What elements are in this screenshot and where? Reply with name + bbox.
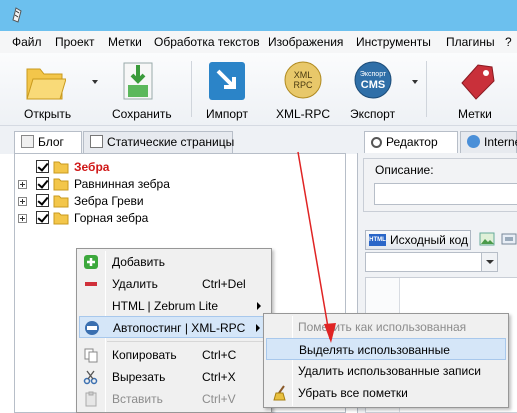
tab-strip: Блог Статические страницы Редактор Inter… bbox=[0, 126, 517, 155]
tab-static-pages[interactable]: Статические страницы bbox=[83, 131, 234, 154]
tab-blog[interactable]: Блог bbox=[14, 131, 82, 155]
folder-icon bbox=[53, 178, 69, 191]
menu-tags[interactable]: Метки bbox=[108, 35, 142, 49]
title-bar bbox=[0, 0, 517, 31]
menu-project[interactable]: Проект bbox=[55, 35, 95, 49]
delete-icon bbox=[85, 282, 97, 286]
description-group: Описание: bbox=[363, 158, 517, 212]
open-dropdown-arrow[interactable] bbox=[92, 80, 98, 84]
tab-internet[interactable]: Interne bbox=[460, 131, 517, 154]
xml-rpc-icon-text-bottom: RPC bbox=[293, 80, 313, 90]
description-input[interactable] bbox=[374, 183, 517, 205]
image-icon[interactable] bbox=[479, 231, 495, 247]
copy-icon bbox=[84, 348, 98, 363]
blog-icon bbox=[21, 135, 34, 148]
paste-icon bbox=[85, 391, 97, 407]
folder-icon bbox=[53, 212, 69, 225]
toolbar: Открыть Сохранить Импорт XML RPC XML-RPC… bbox=[0, 53, 517, 126]
menu-item-paste[interactable]: Вставить Ctrl+V bbox=[79, 388, 269, 410]
scissors-icon bbox=[83, 370, 98, 385]
menu-images[interactable]: Изображения bbox=[268, 35, 343, 49]
menu-item-delete[interactable]: Удалить Ctrl+Del bbox=[79, 273, 269, 295]
media-icon[interactable] bbox=[501, 231, 517, 247]
save-icon bbox=[123, 62, 153, 100]
submenu-item-mark-used[interactable]: Пометить как использованная bbox=[266, 316, 506, 338]
menu-tools[interactable]: Инструменты bbox=[356, 35, 431, 49]
expand-icon[interactable] bbox=[18, 214, 27, 223]
menu-bar: Файл Проект Метки Обработка текстов Изоб… bbox=[0, 31, 517, 53]
menu-item-copy[interactable]: Копировать Ctrl+C bbox=[79, 344, 269, 366]
context-menu: Добавить Удалить Ctrl+Del HTML | Zebrum … bbox=[76, 248, 272, 413]
description-label: Описание: bbox=[375, 163, 434, 177]
xmlrpc-button[interactable]: XML RPC XML-RPC bbox=[268, 55, 338, 123]
menu-item-add[interactable]: Добавить bbox=[79, 251, 269, 273]
export-icon-text-top: Экспорт bbox=[360, 71, 387, 78]
submenu-item-delete-used[interactable]: Удалить использованные записи bbox=[266, 360, 506, 382]
menu-item-autoposting[interactable]: Автопостинг | XML-RPC bbox=[79, 316, 269, 338]
autopost-icon bbox=[85, 321, 99, 335]
chevron-down-icon[interactable] bbox=[481, 253, 497, 271]
source-code-button[interactable]: HTML Исходный код bbox=[365, 230, 471, 250]
add-icon bbox=[84, 255, 98, 269]
expand-icon[interactable] bbox=[18, 197, 27, 206]
globe-icon bbox=[467, 135, 480, 148]
open-button[interactable]: Открыть bbox=[14, 55, 86, 123]
submenu-item-highlight-used[interactable]: Выделять использованные bbox=[266, 338, 506, 360]
menu-plugins[interactable]: Плагины bbox=[446, 35, 495, 49]
submenu-arrow-icon bbox=[256, 324, 260, 332]
export-cms-icon: Экспорт CMS bbox=[354, 61, 392, 99]
folder-open-icon bbox=[26, 68, 66, 100]
page-icon bbox=[90, 135, 103, 148]
menu-text-processing[interactable]: Обработка текстов bbox=[154, 35, 260, 49]
tab-editor[interactable]: Редактор bbox=[364, 131, 458, 155]
html-icon: HTML bbox=[369, 234, 386, 246]
tag-icon bbox=[461, 64, 495, 100]
tree-checkbox[interactable] bbox=[36, 211, 49, 224]
export-icon-text-bottom: CMS bbox=[361, 79, 385, 91]
search-icon bbox=[371, 137, 382, 148]
menu-separator bbox=[107, 341, 267, 342]
xml-rpc-icon-text-top: XML bbox=[294, 70, 313, 80]
toolbar-separator bbox=[426, 61, 427, 117]
submenu-item-remove-marks[interactable]: Убрать все пометки bbox=[266, 382, 506, 404]
menu-file[interactable]: Файл bbox=[12, 35, 42, 49]
autoposting-submenu: Пометить как использованная Выделять исп… bbox=[263, 313, 509, 408]
save-button[interactable]: Сохранить bbox=[106, 55, 186, 123]
xml-rpc-icon: XML RPC bbox=[284, 61, 322, 99]
expand-icon[interactable] bbox=[18, 180, 27, 189]
menu-help[interactable]: ? bbox=[505, 35, 512, 49]
tree-checkbox[interactable] bbox=[36, 160, 49, 173]
folder-icon bbox=[53, 195, 69, 208]
toolbar-separator bbox=[191, 61, 192, 117]
format-select[interactable] bbox=[365, 252, 498, 272]
export-dropdown-arrow[interactable] bbox=[412, 80, 418, 84]
folder-icon bbox=[53, 161, 69, 174]
broom-icon bbox=[273, 385, 286, 401]
tree-checkbox[interactable] bbox=[36, 177, 49, 190]
import-icon bbox=[209, 62, 245, 100]
menu-item-html-zebrum[interactable]: HTML | Zebrum Lite bbox=[79, 295, 269, 317]
app-icon bbox=[12, 7, 22, 23]
menu-item-cut[interactable]: Вырезать Ctrl+X bbox=[79, 366, 269, 388]
tree-checkbox[interactable] bbox=[36, 194, 49, 207]
export-button[interactable]: Экспорт CMS Экспорт bbox=[344, 55, 408, 123]
tags-button[interactable]: Метки bbox=[448, 55, 508, 123]
submenu-arrow-icon bbox=[257, 302, 261, 310]
import-button[interactable]: Импорт bbox=[198, 55, 258, 123]
